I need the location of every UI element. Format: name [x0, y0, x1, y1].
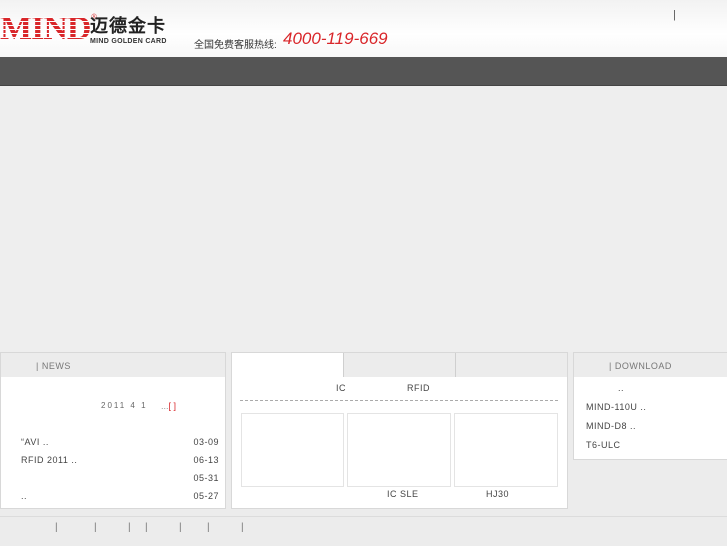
news-item-date: 05-31 [193, 473, 219, 483]
news-more-dots: ... [161, 401, 169, 411]
footer-separator: | [94, 522, 97, 533]
products-panel: IC RFID IC SLE HJ30 [231, 352, 568, 509]
footer-separator: | [128, 522, 131, 533]
news-item-title[interactable]: RFID 2011 .. [21, 455, 77, 465]
news-item[interactable]: “AVI .. 03-09 [21, 437, 219, 451]
download-header: | DOWNLOAD [574, 353, 727, 377]
category-label-ic[interactable]: IC [336, 383, 346, 393]
product-tab-1[interactable] [232, 353, 343, 377]
category-label-rfid[interactable]: RFID [407, 383, 430, 393]
download-item[interactable]: MIND-110U .. [586, 402, 646, 412]
download-item[interactable]: T6-ULC [586, 440, 621, 450]
news-more-bracket[interactable]: [ ] [169, 401, 177, 411]
logo-mind-text: MIND [0, 10, 91, 47]
footer-separator: | [241, 522, 244, 533]
footer-separator: | [207, 522, 210, 533]
news-item[interactable]: 05-31 [21, 473, 219, 487]
banner-area [0, 86, 727, 352]
product-image-box[interactable] [241, 413, 344, 487]
download-title: | DOWNLOAD [609, 361, 672, 371]
footer-separator: | [145, 522, 148, 533]
news-item-title[interactable]: .. [21, 491, 27, 501]
footer-separator: | [179, 522, 182, 533]
logo-chinese-name: 迈德金卡 [90, 16, 166, 36]
dashed-divider [240, 400, 558, 401]
product-tab-2[interactable] [344, 353, 455, 377]
news-item-title[interactable]: “AVI .. [21, 437, 49, 447]
product-image-box[interactable] [347, 413, 451, 487]
header: MIND ® 迈德金卡 MIND GOLDEN CARD 全国免费客服热线: 4… [0, 0, 727, 57]
top-link-separator: | [673, 9, 676, 21]
product-tab-3[interactable] [456, 353, 567, 377]
download-panel: | DOWNLOAD .. MIND-110U .. MIND-D8 .. T6… [573, 352, 727, 460]
hotline-number: 4000-119-669 [283, 29, 388, 48]
news-item-date: 05-27 [193, 491, 219, 501]
footer-links: | | | | | | | [0, 516, 727, 546]
news-panel: | NEWS 2011 4 1 ...[ ] “AVI .. 03-09 RFI… [0, 352, 226, 509]
product-name[interactable]: HJ30 [486, 489, 509, 499]
footer-separator: | [55, 522, 58, 533]
news-title: | NEWS [36, 361, 71, 371]
hotline-label: 全国免费客服热线: [194, 40, 277, 51]
logo-english-name: MIND GOLDEN CARD [90, 38, 167, 45]
news-top-date: 2011 4 1 [101, 401, 148, 410]
news-item[interactable]: .. 05-27 [21, 491, 219, 505]
news-item-date: 03-09 [193, 437, 219, 447]
product-name[interactable]: IC SLE [387, 489, 419, 499]
main-nav-bar[interactable] [0, 57, 727, 86]
news-item-date: 06-13 [193, 455, 219, 465]
news-item[interactable]: RFID 2011 .. 06-13 [21, 455, 219, 469]
product-image-box[interactable] [454, 413, 558, 487]
news-header: | NEWS [1, 353, 225, 377]
logo[interactable]: MIND ® [0, 10, 97, 47]
download-item[interactable]: MIND-D8 .. [586, 421, 636, 431]
news-more-link[interactable]: ...[ ] [161, 401, 176, 411]
download-item[interactable]: .. [618, 383, 624, 393]
